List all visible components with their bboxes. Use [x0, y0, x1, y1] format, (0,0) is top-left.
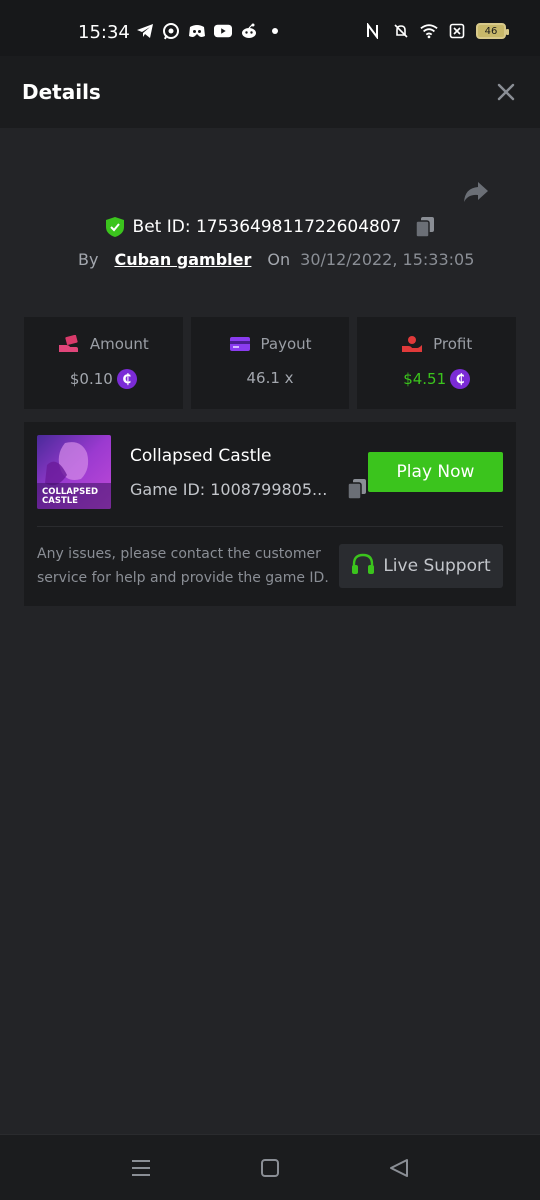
bet-id: Bet ID: 1753649811722604807	[132, 217, 402, 237]
system-icons: 46	[364, 22, 509, 40]
divider	[37, 526, 503, 527]
amount-value: $0.10	[69, 370, 113, 388]
nfc-icon	[364, 22, 382, 40]
home-button[interactable]	[259, 1157, 281, 1179]
payout-card: Payout 46.1 x	[190, 317, 350, 409]
copy-bet-id-icon[interactable]	[415, 216, 435, 238]
thumb-title-line2: CASTLE	[42, 496, 78, 506]
page-title: Details	[22, 80, 101, 104]
battery-indicator: 46	[476, 23, 509, 39]
game-id: Game ID: 1008799805...	[130, 479, 328, 499]
headset-icon	[351, 553, 375, 579]
back-button[interactable]	[388, 1157, 410, 1179]
coin-icon: ₵	[116, 369, 137, 389]
sim-off-icon	[448, 22, 466, 40]
bet-id-row: Bet ID: 1753649811722604807	[0, 216, 540, 238]
recent-apps-button[interactable]	[130, 1157, 152, 1179]
share-icon	[464, 182, 488, 202]
close-icon	[497, 83, 515, 101]
whatsapp-icon	[162, 22, 180, 40]
amount-label: Amount	[89, 335, 149, 353]
game-id-row: Game ID: 1008799805...	[130, 478, 367, 500]
notification-icons	[136, 22, 284, 40]
back-triangle-icon	[390, 1159, 408, 1177]
menu-icon	[132, 1160, 150, 1176]
telegram-icon	[136, 22, 154, 40]
details-header: Details	[0, 56, 540, 128]
verified-shield-icon	[105, 216, 125, 238]
payout-value: 46.1 x	[246, 369, 294, 387]
status-bar: 15:34 46	[0, 0, 540, 56]
bell-muted-icon	[392, 22, 410, 40]
dot-icon	[266, 22, 284, 40]
reddit-icon	[240, 22, 258, 40]
help-text: Any issues, please contact the customer …	[37, 546, 329, 586]
wifi-icon	[420, 22, 438, 40]
payout-label: Payout	[260, 335, 312, 353]
card-icon	[229, 335, 251, 353]
close-button[interactable]	[496, 82, 516, 102]
game-thumbnail[interactable]: COLLAPSED CASTLE	[37, 435, 111, 509]
status-time: 15:34	[78, 22, 130, 43]
game-name: Collapsed Castle	[130, 446, 272, 466]
discord-icon	[188, 22, 206, 40]
home-square-icon	[261, 1159, 279, 1177]
profit-label: Profit	[433, 335, 473, 353]
amount-card: Amount $0.10 ₵	[24, 317, 183, 409]
username-link[interactable]: Cuban gambler	[114, 250, 251, 269]
by-label: By	[78, 250, 99, 269]
coin-icon: ₵	[450, 369, 471, 389]
live-support-label: Live Support	[383, 556, 491, 576]
game-card: COLLAPSED CASTLE Collapsed Castle Game I…	[24, 422, 516, 606]
profit-hand-icon	[401, 335, 423, 353]
play-now-button[interactable]: Play Now	[368, 452, 503, 492]
system-nav-bar	[0, 1134, 540, 1200]
bet-stats: Amount $0.10 ₵ Payout 46.1 x Profit $4.5…	[24, 317, 517, 409]
share-button[interactable]	[462, 180, 490, 204]
bet-meta: By Cuban gambler On 30/12/2022, 15:33:05	[78, 250, 474, 269]
live-support-button[interactable]: Live Support	[339, 544, 503, 588]
copy-game-id-icon[interactable]	[347, 478, 367, 500]
bet-datetime: 30/12/2022, 15:33:05	[300, 250, 475, 269]
profit-value: $4.51	[403, 370, 447, 388]
on-label: On	[267, 250, 291, 269]
profit-card: Profit $4.51 ₵	[357, 317, 517, 409]
youtube-icon	[214, 22, 232, 40]
hand-money-icon	[58, 334, 80, 353]
